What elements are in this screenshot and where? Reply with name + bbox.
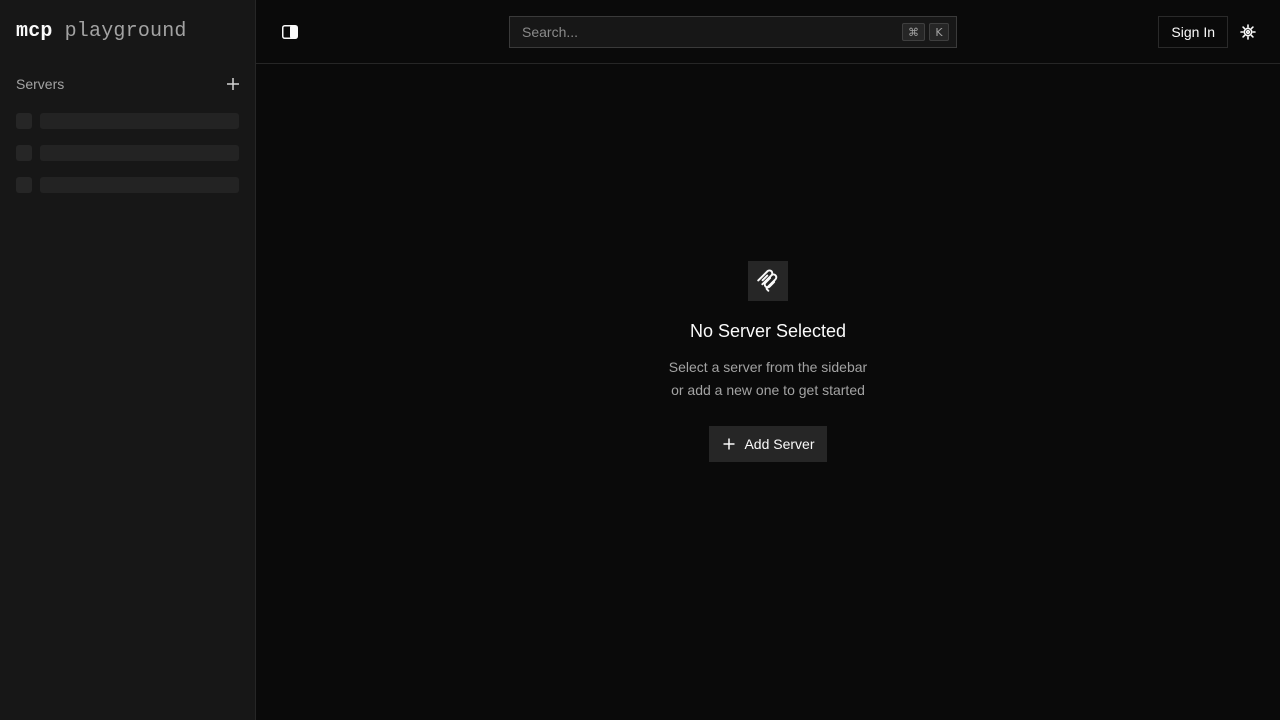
main-panel: ⌘ K Sign In xyxy=(256,0,1280,720)
plus-icon xyxy=(723,438,735,450)
skeleton-row xyxy=(16,169,239,201)
skeleton-icon xyxy=(16,113,32,129)
skeleton-icon xyxy=(16,177,32,193)
brand-secondary: playground xyxy=(64,20,187,43)
servers-header: Servers xyxy=(0,63,255,105)
settings-button[interactable] xyxy=(1232,16,1264,48)
add-server-label: Add Server xyxy=(744,436,815,452)
server-list-loading xyxy=(0,105,255,201)
plus-icon xyxy=(227,78,239,90)
brand-logo: mcp playground xyxy=(0,0,255,63)
sidebar: mcp playground Servers xyxy=(0,0,256,720)
app-root: mcp playground Servers Search... ⌘ K Sig… xyxy=(0,0,1280,720)
empty-state-title: No Server Selected xyxy=(689,321,847,341)
skeleton-text xyxy=(40,177,239,193)
search-box[interactable]: ⌘ K xyxy=(509,16,957,48)
add-server-button[interactable]: Add Server xyxy=(709,426,827,462)
empty-state: No Server Selected Select a server from … xyxy=(256,64,1280,720)
sidebar-toggle-icon xyxy=(282,24,298,39)
shortcut-modifier-key: ⌘ xyxy=(902,23,925,41)
brand-primary: mcp xyxy=(16,20,53,43)
top-bar: ⌘ K Sign In xyxy=(256,0,1280,64)
shortcut-key: K xyxy=(929,23,949,41)
skeleton-icon xyxy=(16,145,32,161)
empty-state-icon-box xyxy=(748,261,788,301)
empty-state-description: Select a server from the sidebar or add … xyxy=(638,356,898,402)
skeleton-text xyxy=(40,145,239,161)
skeleton-text xyxy=(40,113,239,129)
empty-state-line-1: Select a server from the sidebar xyxy=(668,359,868,375)
empty-state-line-2: or add a new one to get started xyxy=(671,382,865,398)
skeleton-row xyxy=(16,105,239,137)
skeleton-row xyxy=(16,137,239,169)
sign-in-button[interactable]: Sign In xyxy=(1158,15,1228,48)
search-input[interactable] xyxy=(522,24,898,40)
gear-icon xyxy=(1240,23,1256,40)
mcp-logo-icon xyxy=(757,269,778,292)
servers-label: Servers xyxy=(16,76,65,92)
sidebar-toggle-button[interactable] xyxy=(281,23,299,41)
add-server-icon-button[interactable] xyxy=(225,76,241,92)
top-right-actions: Sign In xyxy=(1158,15,1264,48)
